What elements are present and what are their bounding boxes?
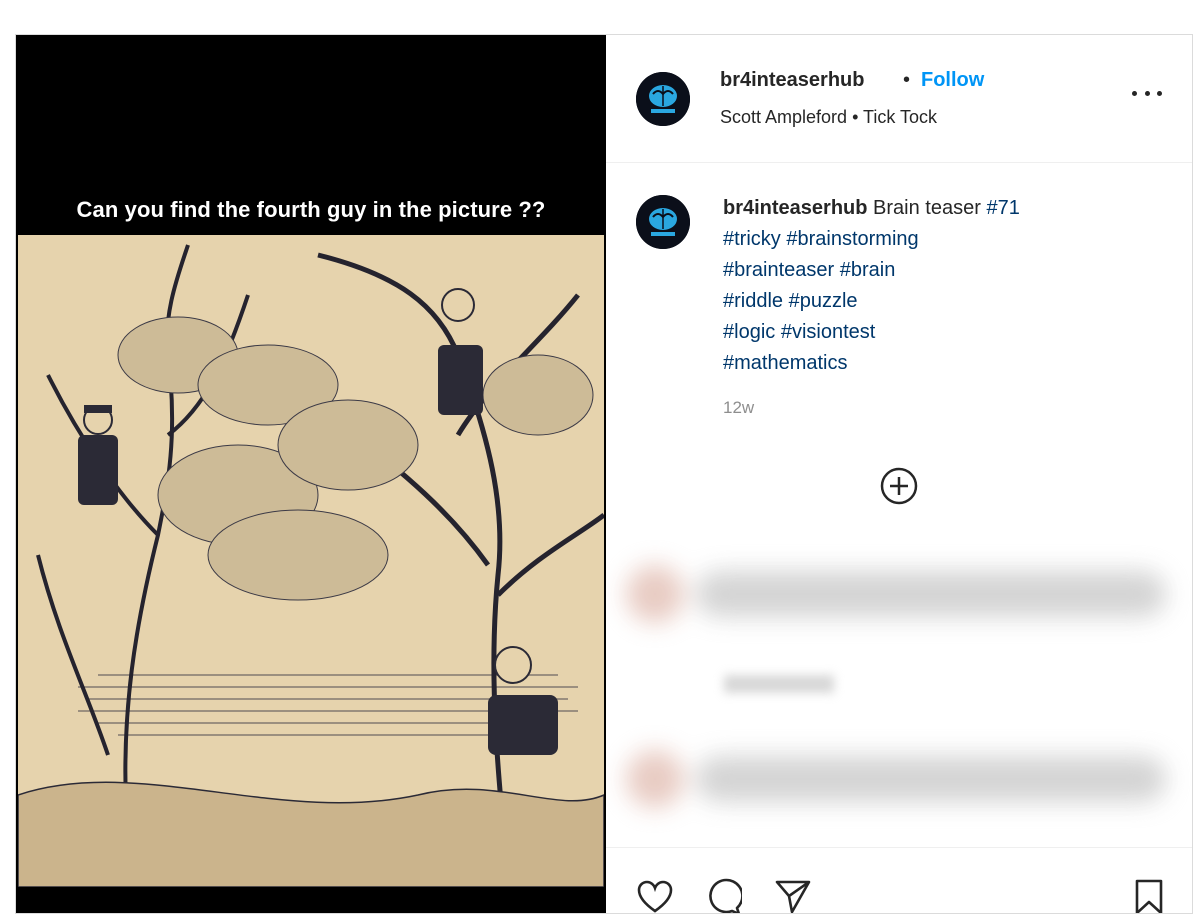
image-overlay-text: Can you find the fourth guy in the pictu… [76, 197, 546, 222]
brain-logo-icon [636, 72, 690, 126]
hashtag-link[interactable]: #mathematics [723, 352, 848, 374]
post-image[interactable] [18, 235, 604, 887]
sketch-illustration [18, 235, 604, 887]
comment-icon [709, 878, 744, 913]
plus-circle-icon [880, 467, 918, 505]
caption-line-1: br4inteaserhub Brain teaser #71 [723, 193, 1123, 224]
post-actions-bar [606, 847, 1192, 913]
post-caption: br4inteaserhub Brain teaser #71 #tricky … [723, 193, 1123, 379]
caption-line-6: #mathematics [723, 348, 1123, 379]
separator-dot: • [903, 69, 911, 91]
blurred-comment-text [696, 756, 1166, 802]
caption-line-4: #riddle #puzzle [723, 286, 1123, 317]
hashtag-link[interactable]: #logic [723, 321, 775, 343]
hashtag-link[interactable]: #brainteaser [723, 259, 834, 281]
comment-button[interactable] [704, 878, 744, 913]
more-options-icon[interactable] [1132, 83, 1162, 103]
blurred-comment [626, 740, 1186, 822]
caption-line-5: #logic #visiontest [723, 317, 1123, 348]
blurred-comment-text [696, 571, 1166, 617]
post-timestamp[interactable]: 12w [723, 398, 754, 418]
audio-attribution[interactable]: Scott Ampleford • Tick Tock [720, 107, 937, 128]
heart-icon [637, 880, 673, 913]
blurred-avatar [626, 750, 684, 808]
post-side-panel: br4inteaserhub • Follow Scott Ampleford … [606, 35, 1192, 913]
caption-avatar[interactable] [636, 195, 690, 249]
share-icon [775, 880, 811, 913]
hashtag-link[interactable]: #puzzle [789, 290, 858, 312]
post-media[interactable]: Can you find the fourth guy in the pictu… [16, 35, 606, 913]
blurred-comment-meta [724, 675, 834, 693]
hashtag-link[interactable]: #brainstorming [786, 228, 918, 250]
share-button[interactable] [774, 878, 812, 913]
caption-line-3: #brainteaser #brain [723, 255, 1123, 286]
hashtag-link[interactable]: #tricky [723, 228, 781, 250]
caption-username[interactable]: br4inteaserhub [723, 197, 867, 219]
hashtag-link[interactable]: #brain [840, 259, 896, 281]
avatar[interactable] [636, 72, 690, 126]
hashtag-link[interactable]: #visiontest [781, 321, 876, 343]
hashtag-link[interactable]: #71 [986, 197, 1019, 219]
save-button[interactable] [1130, 878, 1168, 913]
caption-line-2: #tricky #brainstorming [723, 224, 1123, 255]
post-username[interactable]: br4inteaserhub [720, 69, 864, 92]
bookmark-icon [1135, 879, 1163, 913]
follow-button[interactable]: Follow [921, 69, 984, 92]
blurred-avatar [626, 565, 684, 623]
post-header: br4inteaserhub • Follow Scott Ampleford … [606, 35, 1192, 163]
caption-text: Brain teaser [873, 197, 981, 219]
like-button[interactable] [636, 878, 674, 913]
brain-logo-icon [636, 195, 690, 249]
load-more-comments-button[interactable] [879, 466, 919, 506]
hashtag-link[interactable]: #riddle [723, 290, 783, 312]
blurred-comment [626, 555, 1186, 637]
post-card: Can you find the fourth guy in the pictu… [15, 34, 1193, 914]
